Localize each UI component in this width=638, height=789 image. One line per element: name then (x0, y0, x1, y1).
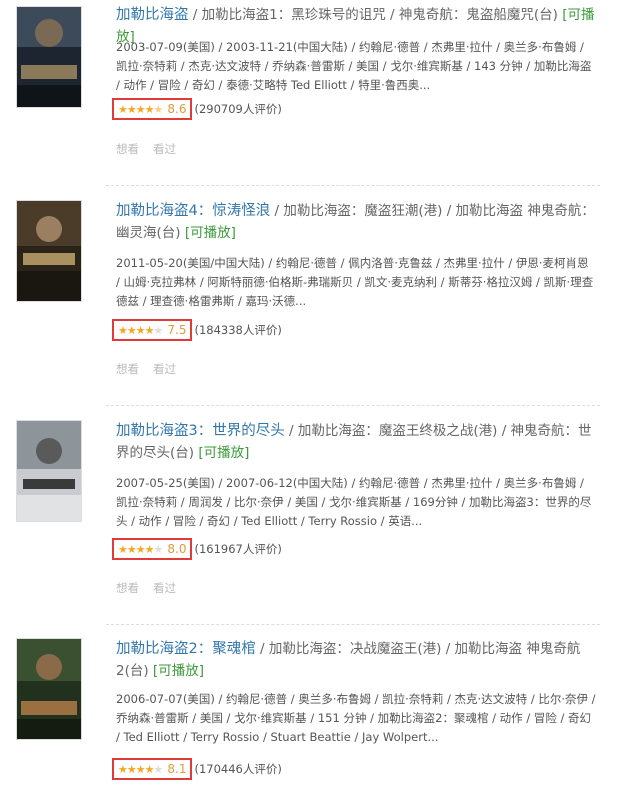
action-links: 想看 看过 (116, 361, 176, 377)
want-to-see-link[interactable]: 想看 (116, 361, 139, 377)
rating-row: ★ ★ ★ ★ ★ 7.5 (184338人评价) (112, 319, 282, 341)
rating-highlight-box: ★ ★ ★ ★ ★ 7.5 (112, 319, 193, 341)
movie-aka: / 加勒比海盗1：黑珍珠号的诅咒 / 神鬼奇航：鬼盗船魔咒(台) (188, 7, 563, 23)
rating-stars: ★ ★ ★ ★ ★ (118, 762, 163, 776)
rating-row: ★ ★ ★ ★ ★ 8.6 (290709人评价) (112, 98, 282, 120)
movie-title-line: 加勒比海盗4：惊涛怪浪 / 加勒比海盗：魔盗狂潮(港) / 加勒比海盗 神鬼奇航… (116, 200, 596, 244)
movie-meta: 2003-07-09(美国) / 2003-11-21(中国大陆) / 约翰尼·… (116, 40, 592, 92)
movie-poster[interactable] (16, 6, 82, 108)
seen-link[interactable]: 看过 (153, 361, 176, 377)
item-divider (106, 624, 600, 625)
playable-link[interactable]: [可播放] (153, 663, 204, 679)
rating-score: 8.1 (167, 762, 187, 776)
want-to-see-link[interactable]: 想看 (116, 580, 139, 596)
movie-poster[interactable] (16, 420, 82, 522)
movie-title-link[interactable]: 加勒比海盗2：聚魂棺 (116, 641, 256, 657)
seen-link[interactable]: 看过 (153, 141, 176, 157)
playable-link[interactable]: [可播放] (185, 225, 236, 241)
rating-row: ★ ★ ★ ★ ★ 8.1 (170446人评价) (112, 758, 282, 780)
rating-votes[interactable]: (161967人评价) (194, 541, 281, 557)
rating-highlight-box: ★ ★ ★ ★ ★ 8.6 (112, 98, 193, 120)
rating-score: 8.0 (167, 542, 187, 556)
playable-link[interactable]: [可播放] (198, 445, 249, 461)
want-to-see-link[interactable]: 想看 (116, 141, 139, 157)
rating-row: ★ ★ ★ ★ ★ 8.0 (161967人评价) (112, 538, 282, 560)
rating-highlight-box: ★ ★ ★ ★ ★ 8.0 (112, 538, 193, 560)
rating-stars: ★ ★ ★ ★ ★ (118, 542, 163, 556)
item-divider (106, 185, 600, 186)
seen-link[interactable]: 看过 (153, 580, 176, 596)
rating-votes[interactable]: (290709人评价) (194, 101, 281, 117)
rating-score: 7.5 (167, 323, 187, 337)
item-divider (106, 405, 600, 406)
movie-title-line: 加勒比海盗3：世界的尽头 / 加勒比海盗：魔盗王终极之战(港) / 神鬼奇航：世… (116, 420, 596, 464)
movie-poster[interactable] (16, 200, 82, 302)
rating-votes[interactable]: (170446人评价) (194, 761, 281, 777)
rating-highlight-box: ★ ★ ★ ★ ★ 8.1 (112, 758, 193, 780)
movie-poster[interactable] (16, 638, 82, 740)
rating-votes[interactable]: (184338人评价) (194, 322, 281, 338)
action-links: 想看 看过 (116, 580, 176, 596)
rating-score: 8.6 (167, 102, 187, 116)
rating-stars: ★ ★ ★ ★ ★ (118, 102, 163, 116)
rating-stars: ★ ★ ★ ★ ★ (118, 323, 163, 337)
movie-meta: 2011-05-20(美国/中国大陆) / 约翰尼·德普 / 佩内洛普·克鲁兹 … (116, 256, 594, 308)
movie-title-link[interactable]: 加勒比海盗 (116, 7, 189, 23)
movie-meta: 2007-05-25(美国) / 2007-06-12(中国大陆) / 约翰尼·… (116, 476, 592, 528)
movie-title-link[interactable]: 加勒比海盗4：惊涛怪浪 (116, 203, 270, 219)
action-links: 想看 看过 (116, 141, 176, 157)
movie-title-line: 加勒比海盗2：聚魂棺 / 加勒比海盗：决战魔盗王(港) / 加勒比海盗 神鬼奇航… (116, 638, 596, 682)
movie-title-link[interactable]: 加勒比海盗3：世界的尽头 (116, 423, 285, 439)
movie-meta: 2006-07-07(美国) / 约翰尼·德普 / 奥兰多·布鲁姆 / 凯拉·奈… (116, 692, 596, 744)
